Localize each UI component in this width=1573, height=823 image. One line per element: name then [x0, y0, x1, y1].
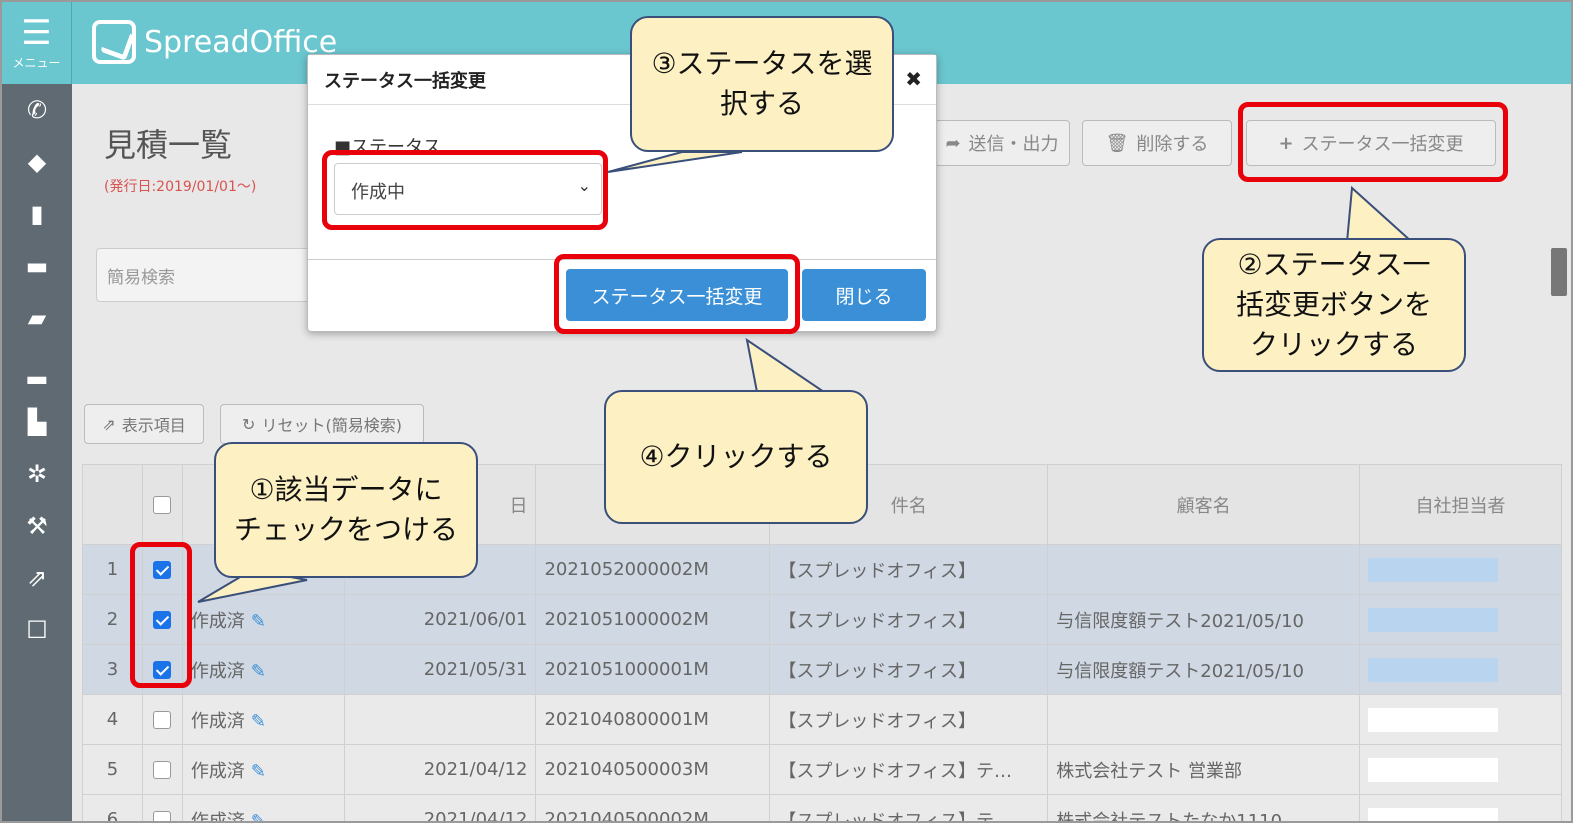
callout-step3: ③ステータスを選 択する — [630, 16, 894, 152]
callout-step4: ④クリックする — [604, 390, 868, 524]
callout-step1: ①該当データに チェックをつける — [214, 442, 478, 578]
callout-tail-step3 — [607, 151, 743, 173]
callout-tail-step2 — [1345, 185, 1415, 243]
callout-tail-step4 — [745, 337, 828, 393]
callout-step2: ②ステータス一 括変更ボタンを クリックする — [1202, 238, 1466, 372]
app-window: SpreadOffice ☰ メニュー ✆ ◆ ▮ ▬ ▰ ▂ ▙ ✲ ⚒ ⇗ … — [0, 0, 1573, 823]
